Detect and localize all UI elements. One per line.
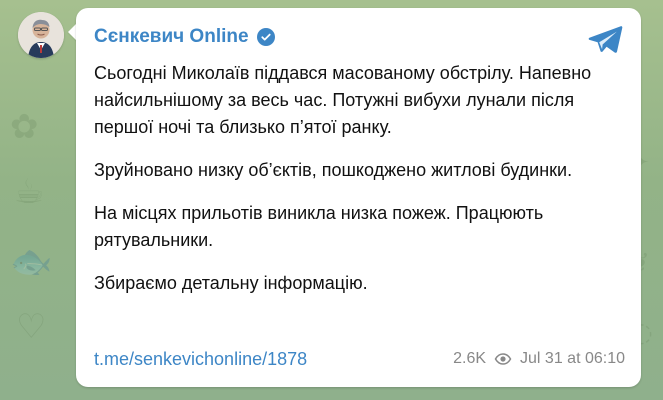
message-text: Сьогодні Миколаїв піддався масованому об… [94,60,624,297]
message-header: Сєнкевич Online [94,26,275,48]
message-footer: t.me/senkevichonline/1878 2.6K Jul 31 at… [94,347,625,371]
views-count: 2.6K [453,350,487,367]
avatar-portrait-icon [18,12,64,58]
message-meta: 2.6K Jul 31 at 06:10 [453,350,625,368]
background-doodle-fish-icon: 🐟 [10,242,53,282]
eye-icon [494,350,512,368]
background-doodle-heart-icon: ♡ [16,307,47,347]
message-paragraph: Сьогодні Миколаїв піддався масованому об… [94,63,592,137]
channel-avatar[interactable] [18,12,64,58]
background-doodle-cup-icon: ☕ [14,172,45,212]
message-paragraph: Збираємо детальну інформацію. [94,273,368,293]
message-bubble: Сєнкевич Online Сьогодні Миколаїв піддав… [76,8,641,387]
verified-badge-icon [256,28,275,46]
telegram-icon[interactable] [587,24,623,54]
message-paragraph: Зруйновано низку об’єктів, пошкоджено жи… [94,160,573,180]
message-link[interactable]: t.me/senkevichonline/1878 [94,349,307,370]
background-doodle-cat-icon: ✿ [10,107,39,147]
message-paragraph: На місцях прильотів виникла низка пожеж.… [94,203,544,250]
channel-name[interactable]: Сєнкевич Online [94,26,249,48]
message-timestamp: Jul 31 at 06:10 [520,350,625,367]
